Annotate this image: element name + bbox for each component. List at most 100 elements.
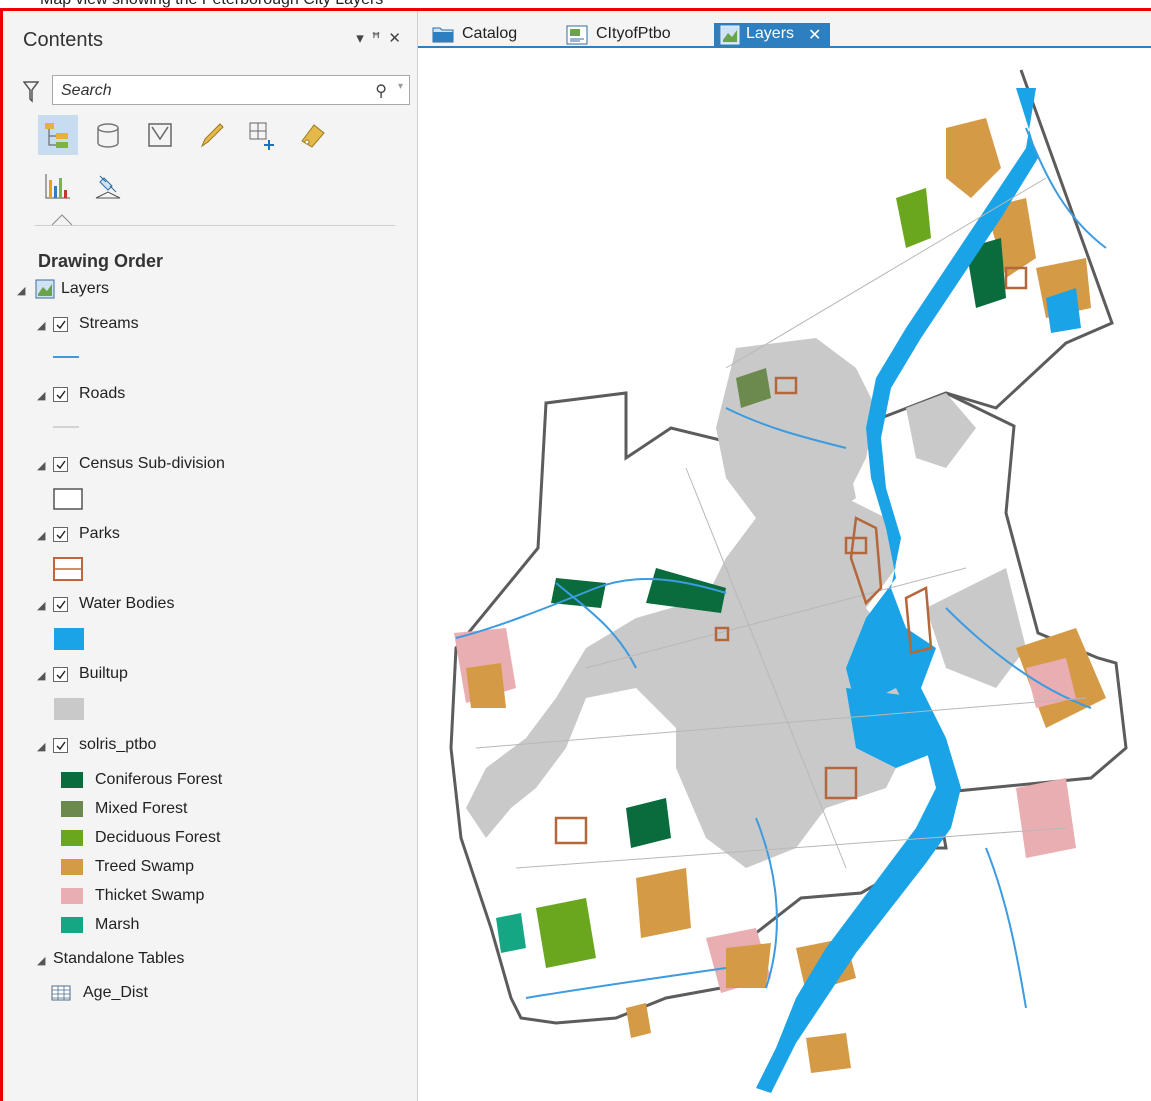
layers-root-label: Layers (61, 280, 110, 297)
layer-builtup[interactable]: ◢ Builtup (37, 664, 397, 686)
tab-label: Catalog (462, 25, 518, 42)
layer-parks[interactable]: ◢ Parks (37, 524, 397, 546)
label-tag-icon (301, 124, 325, 148)
pin-icon[interactable]: ꟸ (372, 30, 389, 47)
legend-swatch (61, 888, 83, 904)
contents-pane-header: Contents ▾ꟸ✕ (3, 11, 417, 51)
satellite-icon (95, 175, 121, 199)
layer-visibility-checkbox[interactable] (53, 527, 68, 542)
legend-item-mixed-forest[interactable]: Mixed Forest (61, 799, 361, 821)
list-by-selection-button[interactable] (140, 115, 180, 155)
search-icon[interactable]: ⚲ (375, 81, 387, 101)
layer-visibility-checkbox[interactable] (53, 597, 68, 612)
expand-triangle-icon[interactable]: ◢ (37, 529, 45, 542)
layer-visibility-checkbox[interactable] (53, 738, 68, 753)
legend-swatch (61, 772, 83, 788)
layer-label: Roads (79, 385, 126, 402)
contents-pane: Contents ▾ꟸ✕ ⚲ ▾ (3, 11, 418, 1101)
layer-label: Parks (79, 525, 120, 542)
layer-water-bodies[interactable]: ◢ Water Bodies (37, 594, 397, 616)
layer-label: Census Sub-division (79, 455, 225, 472)
drawing-order-icon (45, 123, 68, 148)
filter-icon[interactable] (23, 81, 39, 103)
tab-label: Layers (746, 25, 795, 42)
list-by-snapping-button[interactable] (242, 115, 282, 155)
expand-triangle-icon[interactable]: ◢ (37, 389, 45, 402)
search-field[interactable]: ⚲ ▾ (52, 75, 410, 105)
drawing-order-heading: Drawing Order (38, 251, 164, 271)
legend-label: Marsh (95, 916, 140, 933)
expand-triangle-icon[interactable]: ◢ (17, 284, 25, 297)
map-view[interactable] (426, 48, 1151, 1101)
layer-census-subdivision[interactable]: ◢ Census Sub-division (37, 454, 397, 476)
layer-streams[interactable]: ◢ Streams (37, 314, 397, 336)
map-icon (720, 25, 740, 45)
pencil-icon (200, 123, 224, 148)
tab-label: CItyofPtbo (596, 25, 671, 42)
layer-solris-ptbo[interactable]: ◢ solris_ptbo (37, 735, 397, 757)
legend-swatch (61, 801, 83, 817)
layer-visibility-checkbox[interactable] (53, 387, 68, 402)
pane-menu-icon[interactable]: ▾ (356, 30, 372, 47)
legend-swatch (61, 859, 83, 875)
close-tab-icon[interactable]: ✕ (808, 25, 821, 45)
list-by-perspective-imagery-button[interactable] (88, 166, 128, 206)
layer-visibility-checkbox[interactable] (53, 667, 68, 682)
expand-triangle-icon[interactable]: ◢ (37, 319, 45, 332)
layer-visibility-checkbox[interactable] (53, 457, 68, 472)
expand-triangle-icon[interactable]: ◢ (37, 740, 45, 753)
map-canvas[interactable] (426, 48, 1151, 1101)
layer-label: solris_ptbo (79, 736, 157, 753)
search-dropdown-icon[interactable]: ▾ (398, 81, 403, 92)
legend-label: Coniferous Forest (95, 771, 223, 788)
selection-icon (148, 123, 172, 147)
table-icon (51, 985, 71, 1001)
legend-item-thicket-swamp[interactable]: Thicket Swamp (61, 886, 361, 908)
layer-visibility-checkbox[interactable] (53, 317, 68, 332)
view-tabs: Catalog CItyofPtbo Layers ✕ (418, 11, 1151, 47)
layer-label: Builtup (79, 665, 128, 682)
expand-triangle-icon[interactable]: ◢ (37, 599, 45, 612)
list-by-drawing-order-button[interactable] (38, 115, 78, 155)
close-icon[interactable]: ✕ (388, 30, 409, 47)
legend-swatch (61, 917, 83, 933)
legend-label: Thicket Swamp (95, 887, 205, 904)
expand-triangle-icon[interactable]: ◢ (37, 669, 45, 682)
stream-line-symbol[interactable] (53, 355, 79, 359)
map-layers-root[interactable]: ◢ Layers (17, 279, 397, 301)
legend-label: Mixed Forest (95, 800, 188, 817)
pane-title: Contents (23, 29, 104, 51)
bar-chart-icon (45, 174, 70, 199)
tab-catalog[interactable]: Catalog (432, 23, 537, 47)
legend-item-coniferous-forest[interactable]: Coniferous Forest (61, 770, 361, 792)
legend-item-marsh[interactable]: Marsh (61, 915, 361, 937)
table-age-dist[interactable]: Age_Dist (51, 983, 351, 1005)
census-polygon-symbol[interactable] (53, 488, 83, 510)
tab-layers[interactable]: Layers ✕ (714, 23, 830, 47)
legend-item-treed-swamp[interactable]: Treed Swamp (61, 857, 361, 879)
search-input[interactable] (59, 79, 343, 103)
standalone-tables-label: Standalone Tables (53, 950, 185, 967)
layer-label: Water Bodies (79, 595, 175, 612)
legend-item-deciduous-forest[interactable]: Deciduous Forest (61, 828, 361, 850)
toolbar-divider (35, 225, 395, 226)
tab-cityofptbo[interactable]: CItyofPtbo (566, 23, 696, 47)
list-by-source-button[interactable] (88, 115, 128, 155)
water-polygon-symbol[interactable] (54, 628, 84, 650)
expand-triangle-icon[interactable]: ◢ (37, 954, 45, 967)
list-by-editing-button[interactable] (192, 115, 232, 155)
list-by-charts-button[interactable] (38, 166, 78, 206)
legend-label: Deciduous Forest (95, 829, 221, 846)
pane-controls: ▾ꟸ✕ (356, 29, 409, 47)
list-by-labeling-button[interactable] (292, 115, 332, 155)
parks-polygon-symbol[interactable] (53, 557, 83, 581)
snapping-grid-icon (249, 122, 274, 150)
table-label: Age_Dist (83, 984, 148, 1001)
layer-roads[interactable]: ◢ Roads (37, 384, 397, 406)
road-line-symbol[interactable] (53, 425, 79, 429)
expand-triangle-icon[interactable]: ◢ (37, 459, 45, 472)
legend-swatch (61, 830, 83, 846)
folder-icon (432, 27, 454, 43)
builtup-polygon-symbol[interactable] (54, 698, 84, 720)
standalone-tables-group[interactable]: ◢ Standalone Tables (37, 949, 397, 971)
